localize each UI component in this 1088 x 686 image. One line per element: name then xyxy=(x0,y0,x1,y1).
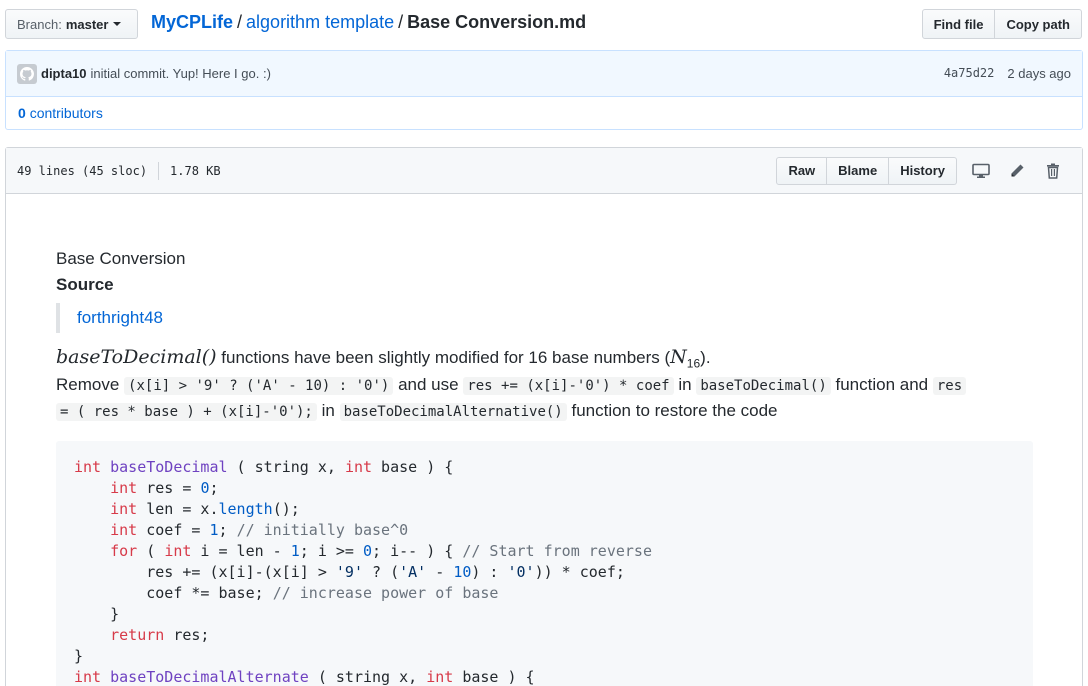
inline-code: (x[i] > '9' ? ('A' - 10) : '0') xyxy=(124,377,394,396)
code-block: int baseToDecimal ( string x, int base )… xyxy=(56,441,1033,686)
file-lines: 49 lines (45 sloc) xyxy=(17,163,148,178)
history-button[interactable]: History xyxy=(889,156,957,185)
inline-code: = ( res * base ) + (x[i]-'0'); xyxy=(56,402,317,421)
caret-down-icon xyxy=(113,22,122,26)
doc-title: Base Conversion xyxy=(56,249,186,268)
inline-code: baseToDecimalAlternative() xyxy=(339,402,567,421)
copy-path-button[interactable]: Copy path xyxy=(995,9,1082,39)
breadcrumb-folder-link[interactable]: algorithm template xyxy=(246,12,394,32)
in-text: in xyxy=(678,375,692,395)
inline-code: res xyxy=(932,377,967,396)
latest-commit-row: dipta10 initial commit. Yup! Here I go. … xyxy=(6,51,1082,97)
find-file-button[interactable]: Find file xyxy=(921,9,996,39)
source-heading: Source xyxy=(56,274,114,294)
markdown-body: Base Conversion Source forthright48 base… xyxy=(56,246,1033,686)
blame-button[interactable]: Blame xyxy=(827,156,890,185)
breadcrumb-file-name: Base Conversion.md xyxy=(407,12,587,32)
raw-button[interactable]: Raw xyxy=(776,156,828,185)
contributors-count: 0 xyxy=(18,105,26,121)
desktop-icon[interactable] xyxy=(963,157,999,185)
source-link[interactable]: forthright48 xyxy=(77,305,163,331)
commit-message[interactable]: initial commit. Yup! Here I go. :) xyxy=(91,66,271,81)
inline-code: baseToDecimal() xyxy=(696,377,831,396)
commit-time: 2 days ago xyxy=(1007,66,1071,81)
math-subscript: 16 xyxy=(686,356,701,371)
breadcrumb-separator: / xyxy=(398,12,404,32)
file-info: 49 lines (45 sloc) 1.78 KB xyxy=(17,161,221,180)
file-header: 49 lines (45 sloc) 1.78 KB Raw Blame His… xyxy=(6,148,1082,194)
function-and-text: function and xyxy=(835,375,929,395)
intro-paragraph: baseToDecimal() functions have been slig… xyxy=(56,343,1033,372)
breadcrumb-separator: / xyxy=(237,12,243,32)
branch-select-button[interactable]: Branch: master xyxy=(5,9,138,39)
branch-value: master xyxy=(65,16,109,32)
file-navigation: Branch: master MyCPLife / algorithm templa… xyxy=(5,6,1082,39)
github-octocat-icon xyxy=(20,66,34,81)
restore-text: function to restore the code xyxy=(571,400,778,420)
inline-code: res += (x[i]-'0') * coef xyxy=(463,377,674,396)
commit-meta: 4a75d22 2 days ago xyxy=(944,66,1071,81)
file-view-buttons: Raw Blame History xyxy=(776,156,957,185)
file-actions: Raw Blame History xyxy=(776,156,1071,185)
breadcrumb-repo-link[interactable]: MyCPLife xyxy=(151,12,233,32)
intro-end: ). xyxy=(700,348,711,367)
avatar[interactable] xyxy=(17,63,37,84)
contributors-label: contributors xyxy=(29,105,103,121)
and-use-text: and use xyxy=(398,375,459,395)
in-text: in xyxy=(321,400,335,420)
remove-word: Remove xyxy=(56,375,120,395)
trash-icon[interactable] xyxy=(1035,157,1071,185)
file-size: 1.78 KB xyxy=(170,163,221,178)
remove-paragraph: Remove (x[i] > '9' ? ('A' - 10) : '0') a… xyxy=(56,372,1033,423)
pencil-icon[interactable] xyxy=(999,157,1035,185)
commit-author-link[interactable]: dipta10 xyxy=(41,66,87,81)
file-actions-group: Find file Copy path xyxy=(921,9,1082,39)
math-function-name: baseToDecimal() xyxy=(56,346,217,368)
contributors-row: 0 contributors xyxy=(6,97,1082,129)
contributors-link[interactable]: 0 contributors xyxy=(18,105,103,121)
math-n: N xyxy=(670,346,687,368)
file-box: 49 lines (45 sloc) 1.78 KB Raw Blame His… xyxy=(5,147,1083,686)
branch-label: Branch: xyxy=(17,16,62,32)
commit-sha-link[interactable]: 4a75d22 xyxy=(944,66,995,81)
divider xyxy=(158,161,160,180)
intro-text: functions have been slightly modified fo… xyxy=(216,348,671,367)
commit-tease: dipta10 initial commit. Yup! Here I go. … xyxy=(5,50,1083,130)
source-blockquote: forthright48 xyxy=(56,303,1033,333)
breadcrumb: MyCPLife / algorithm template / Base Convers… xyxy=(151,12,586,33)
